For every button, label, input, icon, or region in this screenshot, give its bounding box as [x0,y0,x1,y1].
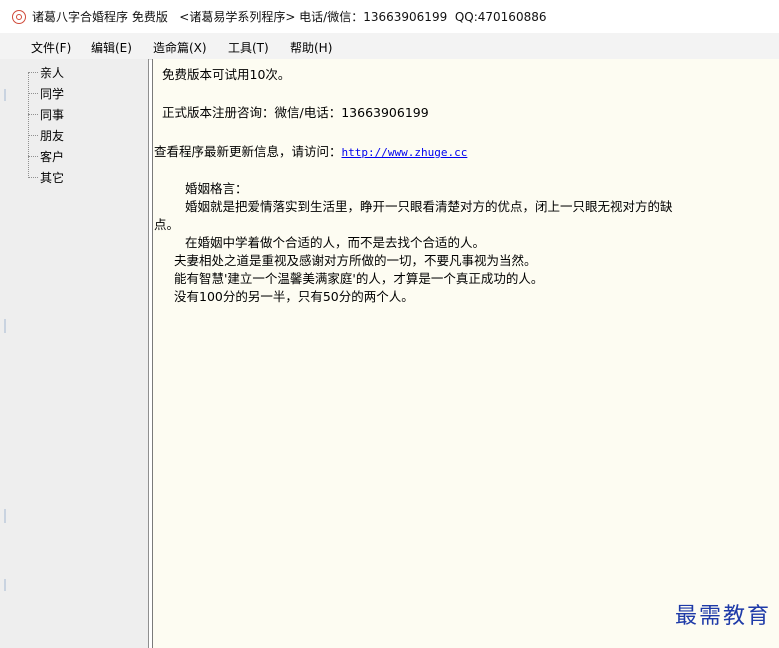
trial-notice: 免费版本可试用10次。 [162,67,291,82]
menu-tools[interactable]: 工具(T) [228,39,269,56]
edge-mark [4,319,6,333]
quote-line: 没有100分的另一半，只有50分的两个人。 [174,289,414,304]
edge-mark [4,579,6,591]
quote-line: 点。 [154,217,180,232]
website-link[interactable]: http://www.zhuge.cc [342,146,468,159]
quote-line: 婚姻就是把爱情落实到生活里，睁开一只眼看清楚对方的优点，闭上一只眼无视对方的缺 [185,199,673,214]
left-edge-strip [0,59,12,648]
quote-line: 能有智慧'建立一个温馨美满家庭'的人，才算是一个真正成功的人。 [174,271,544,286]
tree-item-label: 其它 [40,171,65,185]
menu-file[interactable]: 文件(F) [31,39,71,56]
tree-item-label: 同事 [40,108,65,122]
visit-notice: 查看程序最新更新信息，请访问：http://www.zhuge.cc [154,144,467,161]
watermark-text: 最需教育 [674,604,771,629]
quote-title: 婚姻格言： [185,181,248,196]
menu-edit[interactable]: 编辑(E) [91,39,132,56]
tree-item-label: 同学 [40,87,65,101]
tree-item-label: 朋友 [40,129,65,143]
tree-item-relatives[interactable]: 亲人 [28,64,64,81]
tree-item-friends[interactable]: 朋友 [28,127,64,144]
edge-mark [4,89,6,101]
content-panel[interactable]: 免费版本可试用10次。 正式版本注册咨询：微信/电话：13663906199 查… [152,59,779,648]
tree-item-colleagues[interactable]: 同事 [28,106,64,123]
title-bar: 诸葛八字合婚程序 免费版 <诸葛易学系列程序> 电话/微信：1366390619… [0,0,779,33]
visit-prefix: 查看程序最新更新信息，请访问： [154,144,342,159]
quote-line: 在婚姻中学着做个合适的人，而不是去找个合适的人。 [185,235,486,250]
menu-bar: 文件(F) 编辑(E) 造命篇(X) 工具(T) 帮助(H) [0,33,779,60]
tree-item-clients[interactable]: 客户 [28,148,64,165]
app-logo-icon [12,9,26,24]
tree-item-label: 客户 [40,150,65,164]
register-notice: 正式版本注册咨询：微信/电话：13663906199 [162,105,429,120]
menu-help[interactable]: 帮助(H) [290,39,332,56]
edge-mark [4,509,6,523]
tree-item-label: 亲人 [40,66,65,80]
quote-line: 夫妻相处之道是重视及感谢对方所做的一切，不要凡事视为当然。 [174,253,537,268]
contact-tree[interactable]: 亲人 同学 同事 朋友 客户 其它 [12,59,149,648]
tree-item-classmates[interactable]: 同学 [28,85,64,102]
tree-item-others[interactable]: 其它 [28,169,64,186]
menu-fate[interactable]: 造命篇(X) [153,39,207,56]
window-title: 诸葛八字合婚程序 免费版 <诸葛易学系列程序> 电话/微信：1366390619… [32,10,547,24]
